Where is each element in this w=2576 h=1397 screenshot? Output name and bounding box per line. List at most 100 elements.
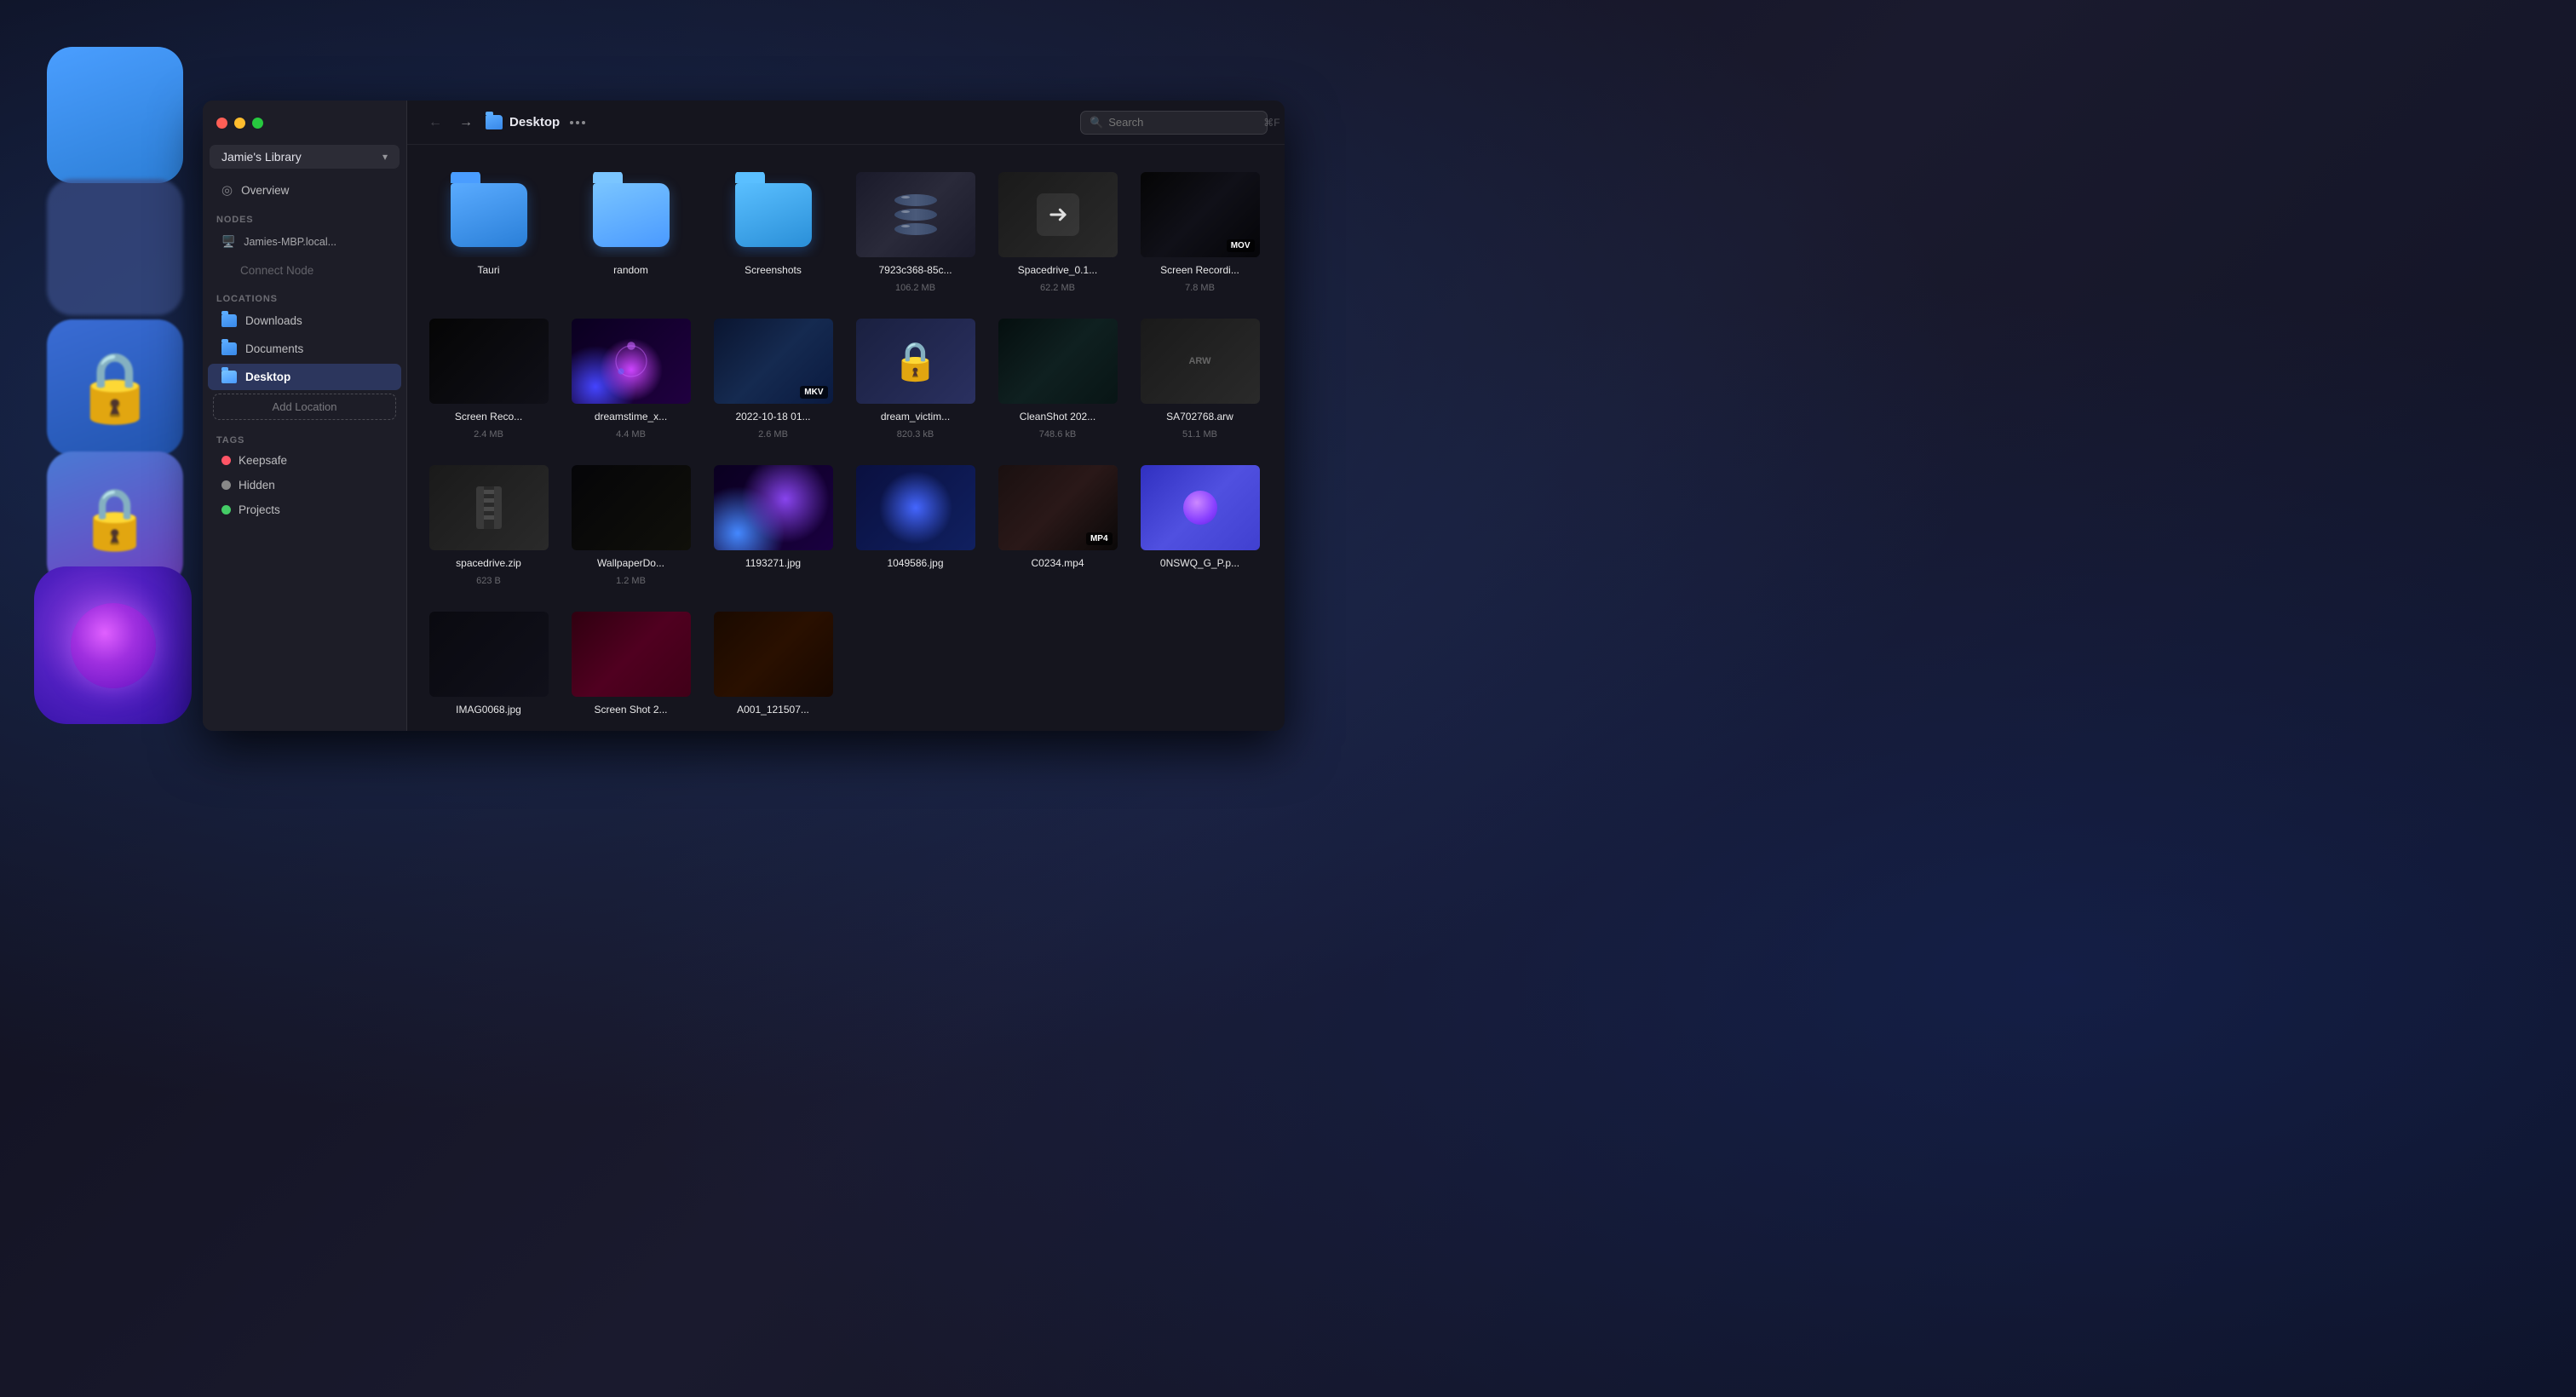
file-thumb xyxy=(998,319,1118,404)
nodes-section-label: Nodes xyxy=(203,206,406,228)
file-item-screen-rec1[interactable]: MOV Screen Recordi... 7.8 MB xyxy=(1132,162,1268,302)
file-name: A001_121507... xyxy=(737,704,809,716)
file-item-screenshot2[interactable]: Screen Shot 2... xyxy=(563,601,699,724)
file-name: Tauri xyxy=(477,264,499,276)
file-size: 62.2 MB xyxy=(1040,283,1075,293)
breadcrumb: Desktop xyxy=(486,115,585,129)
file-size: 623 B xyxy=(476,576,501,586)
file-name: spacedrive.zip xyxy=(456,557,521,569)
file-item-tauri[interactable]: Tauri xyxy=(421,162,556,302)
file-name: dream_victim... xyxy=(881,411,950,423)
back-button[interactable]: ← xyxy=(424,112,446,134)
projects-dot xyxy=(221,505,231,515)
sidebar-item-node[interactable]: 🖥️ Jamies-MBP.local... xyxy=(208,228,401,256)
search-icon: 🔍 xyxy=(1090,116,1103,129)
sidebar-item-desktop[interactable]: Desktop xyxy=(208,364,401,390)
sidebar-item-downloads[interactable]: Downloads xyxy=(208,308,401,334)
search-bar[interactable]: 🔍 ⌘F xyxy=(1080,111,1268,135)
file-item-imag0068[interactable]: IMAG0068.jpg xyxy=(421,601,556,724)
file-item-wallpaper[interactable]: WallpaperDo... 1.2 MB xyxy=(563,455,699,595)
sidebar-item-overview[interactable]: ◎ Overview xyxy=(208,175,401,204)
keepsafe-label: Keepsafe xyxy=(239,454,287,467)
sidebar-overview-label: Overview xyxy=(241,184,289,197)
downloads-label: Downloads xyxy=(245,314,302,327)
file-name: Screenshots xyxy=(745,264,802,276)
thumb-visual xyxy=(714,612,833,697)
close-button[interactable] xyxy=(216,118,227,129)
file-name: SA702768.arw xyxy=(1166,411,1233,423)
minimize-button[interactable] xyxy=(234,118,245,129)
file-item-screenshots[interactable]: Screenshots xyxy=(705,162,841,302)
add-location-button[interactable]: Add Location xyxy=(213,394,396,420)
locations-section-label: Locations xyxy=(203,285,406,308)
file-item-cleanshot[interactable]: CleanShot 202... 748.6 kB xyxy=(990,308,1125,448)
more-options-button[interactable] xyxy=(570,121,585,124)
thumb-visual xyxy=(572,612,691,697)
sidebar-item-hidden[interactable]: Hidden xyxy=(208,474,401,497)
file-thumb xyxy=(572,172,691,257)
dot3 xyxy=(582,121,585,124)
dot1 xyxy=(570,121,573,124)
zip-visual xyxy=(429,465,549,550)
folder-icon xyxy=(221,371,237,383)
thumb-visual xyxy=(429,612,549,697)
thumb-visual xyxy=(998,319,1118,404)
file-item-c0234[interactable]: MP4 C0234.mp4 xyxy=(990,455,1125,595)
file-name: IMAG0068.jpg xyxy=(456,704,521,716)
file-item-0nswq[interactable]: 0NSWQ_G_P.p... xyxy=(1132,455,1268,595)
file-thumb xyxy=(429,465,549,550)
orbit-icon: ◎ xyxy=(221,182,233,198)
dock-folder-top xyxy=(47,47,183,183)
file-thumb xyxy=(429,172,549,257)
sd-arrow-icon xyxy=(1037,193,1079,236)
db-visual xyxy=(894,194,937,235)
forward-button[interactable]: → xyxy=(455,112,477,134)
thumb-visual xyxy=(856,465,975,550)
sidebar: Jamie's Library ▾ ◎ Overview Nodes 🖥️ Ja… xyxy=(203,101,407,731)
file-size: 2.6 MB xyxy=(758,429,788,440)
tags-section-label: Tags xyxy=(203,427,406,449)
library-selector[interactable]: Jamie's Library ▾ xyxy=(210,145,400,169)
file-item-1193271[interactable]: 1193271.jpg xyxy=(705,455,841,595)
zip-icon xyxy=(472,486,506,529)
file-item-dreamstime[interactable]: dreamstime_x... 4.4 MB xyxy=(563,308,699,448)
file-item-a001[interactable]: A001_121507... xyxy=(705,601,841,724)
desktop-label: Desktop xyxy=(245,371,290,383)
dreamstime-graphic xyxy=(606,336,657,387)
file-size: 51.1 MB xyxy=(1182,429,1217,440)
file-item-1049586[interactable]: 1049586.jpg xyxy=(848,455,983,595)
file-size: 106.2 MB xyxy=(895,283,935,293)
search-shortcut: ⌘F xyxy=(1263,117,1279,129)
file-item-7923[interactable]: 7923c368-85c... 106.2 MB xyxy=(848,162,983,302)
file-thumb xyxy=(714,612,833,697)
file-thumb xyxy=(714,465,833,550)
sidebar-item-documents[interactable]: Documents xyxy=(208,336,401,362)
file-name: Screen Recordi... xyxy=(1160,264,1239,276)
search-input[interactable] xyxy=(1108,116,1258,129)
file-size: 820.3 kB xyxy=(897,429,934,440)
spacedrive-logo xyxy=(71,603,156,688)
file-name: dreamstime_x... xyxy=(595,411,667,423)
file-item-zip[interactable]: spacedrive.zip 623 B xyxy=(421,455,556,595)
file-item-dream-victim[interactable]: 🔒 dream_victim... 820.3 kB xyxy=(848,308,983,448)
library-name: Jamie's Library xyxy=(221,150,302,164)
add-location-label: Add Location xyxy=(273,400,337,413)
sidebar-item-keepsafe[interactable]: Keepsafe xyxy=(208,449,401,472)
dock-spacedrive-icon[interactable] xyxy=(34,566,192,724)
file-thumb xyxy=(856,465,975,550)
file-item-arw[interactable]: ARW SA702768.arw 51.1 MB xyxy=(1132,308,1268,448)
file-name: Spacedrive_0.1... xyxy=(1018,264,1097,276)
file-item-mkv[interactable]: MKV 2022-10-18 01... 2.6 MB xyxy=(705,308,841,448)
thumb-visual: MOV xyxy=(1141,172,1260,257)
sidebar-item-connect-node[interactable]: Connect Node xyxy=(208,257,401,284)
sidebar-item-projects[interactable]: Projects xyxy=(208,498,401,521)
thumb-visual: MKV xyxy=(714,319,833,404)
file-item-random[interactable]: random xyxy=(563,162,699,302)
file-item-screen-rec2[interactable]: Screen Reco... 2.4 MB xyxy=(421,308,556,448)
folder-thumb xyxy=(451,183,527,247)
maximize-button[interactable] xyxy=(252,118,263,129)
file-item-spacedrive[interactable]: Spacedrive_0.1... 62.2 MB xyxy=(990,162,1125,302)
projects-label: Projects xyxy=(239,503,280,516)
dock-folder-mid xyxy=(47,179,183,315)
file-name: 2022-10-18 01... xyxy=(735,411,810,423)
